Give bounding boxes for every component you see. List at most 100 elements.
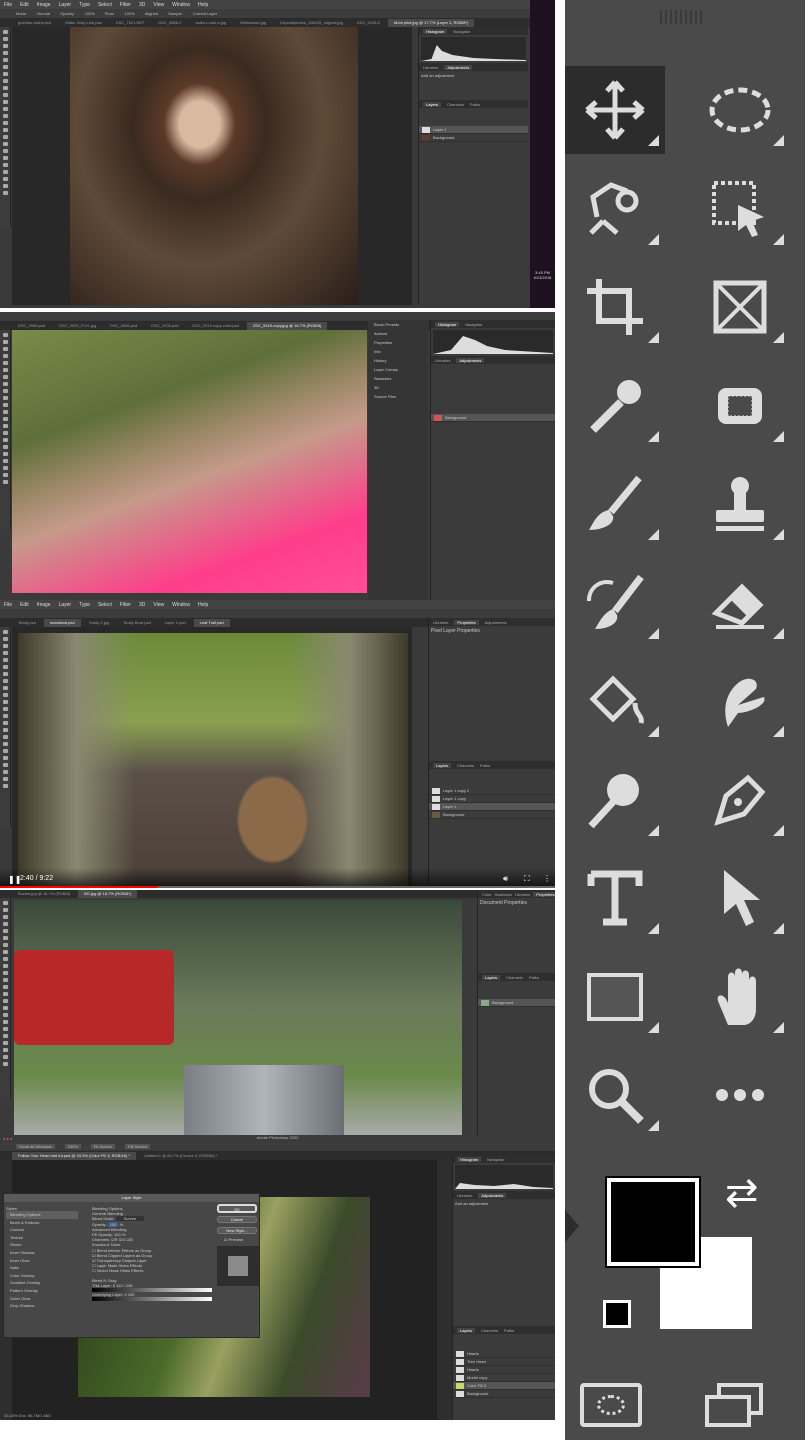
- document-tab[interactable]: DSC_0128-2: [351, 19, 386, 27]
- document-tab[interactable]: Whitewash.jpg: [234, 19, 272, 27]
- option-item[interactable]: 100%: [85, 11, 95, 16]
- option-item[interactable]: Aligned: [145, 11, 158, 16]
- style-item[interactable]: Texture: [6, 1234, 78, 1242]
- style-item[interactable]: Gradient Overlay: [6, 1279, 78, 1287]
- hand-tool[interactable]: [690, 953, 790, 1041]
- smudge-tool[interactable]: [690, 657, 790, 745]
- layer-row[interactable]: Background: [453, 1390, 555, 1398]
- document-tab[interactable]: BG.jpg @ 16.7% (RGB/8*): [78, 890, 138, 898]
- menu-item[interactable]: File: [4, 2, 12, 8]
- option-item[interactable]: Current Layer: [193, 11, 217, 16]
- menu-item[interactable]: Type: [79, 2, 90, 8]
- style-item[interactable]: Color Overlay: [6, 1272, 78, 1280]
- tab-layers[interactable]: Layers: [433, 762, 452, 768]
- canvas[interactable]: [12, 27, 412, 305]
- brush-tool[interactable]: [565, 460, 665, 548]
- crop-tool[interactable]: [565, 263, 665, 351]
- tab-channels[interactable]: Channels: [447, 102, 464, 107]
- toolbar[interactable]: [0, 627, 11, 827]
- tab-libraries[interactable]: Libraries: [423, 65, 438, 70]
- tab-histogram[interactable]: Histogram: [435, 321, 460, 327]
- panel-tab[interactable]: Color: [482, 892, 492, 897]
- style-item[interactable]: Outer Glow: [6, 1295, 78, 1303]
- document-tab[interactable]: Teddy.psd: [12, 619, 42, 627]
- layer-row[interactable]: Layer 1: [429, 803, 555, 811]
- document-tab[interactable]: Teddy Bear.psd: [117, 619, 157, 627]
- tab-adjustments[interactable]: Adjustments: [478, 1192, 507, 1198]
- frame-tool[interactable]: [690, 263, 790, 351]
- panel-tab[interactable]: Libraries: [515, 892, 530, 897]
- zoom-tool[interactable]: [565, 1051, 665, 1139]
- paint-bucket-tool[interactable]: [565, 657, 665, 745]
- tab-navigator[interactable]: Navigator: [487, 1157, 504, 1162]
- more-tools[interactable]: [690, 1051, 790, 1139]
- option-button[interactable]: Fit Screen: [90, 1144, 116, 1149]
- pen-tool[interactable]: [690, 756, 790, 844]
- menu-item[interactable]: Select: [98, 602, 112, 608]
- panel-tab[interactable]: Properties: [533, 891, 555, 897]
- tab-adjustments[interactable]: Adjustments: [456, 357, 485, 363]
- tab-libraries[interactable]: Libraries: [457, 1193, 472, 1198]
- document-tab[interactable]: Follow Your Heart mid tut.psd @ 33.3% (C…: [12, 1152, 136, 1160]
- menu-item[interactable]: Layer: [59, 2, 72, 8]
- ok-button[interactable]: OK: [217, 1204, 257, 1213]
- document-tab[interactable]: DSC_0000_FOG.jpg: [53, 322, 102, 330]
- eraser-tool[interactable]: [690, 559, 790, 647]
- side-panel-item[interactable]: Brush Presets: [368, 320, 428, 329]
- layer-row[interactable]: Tree Heart: [453, 1358, 555, 1366]
- layer-row[interactable]: Hearts: [453, 1366, 555, 1374]
- layer-row[interactable]: Background: [431, 414, 555, 422]
- tab-channels[interactable]: Channels: [506, 975, 523, 980]
- elliptical-marquee-tool[interactable]: [690, 66, 790, 154]
- menu-item[interactable]: File: [4, 602, 12, 608]
- toolbar[interactable]: [0, 898, 11, 1098]
- spot-healing-tool[interactable]: [690, 362, 790, 450]
- option-item[interactable]: Mode:: [16, 11, 27, 16]
- document-tab[interactable]: Mom pilot.jpg @ 17.7% (Layer 1, RGB/8*): [388, 19, 475, 27]
- menu-item[interactable]: 3D: [139, 2, 145, 8]
- layer-row[interactable]: Color Fill 3: [453, 1382, 555, 1390]
- side-panel-item[interactable]: Swatches: [368, 374, 428, 383]
- move-tool[interactable]: [565, 66, 665, 154]
- tab-libraries[interactable]: Libraries: [435, 358, 450, 363]
- tab-navigator[interactable]: Navigator: [465, 322, 482, 327]
- cancel-button[interactable]: Cancel: [217, 1216, 257, 1223]
- menu-item[interactable]: View: [153, 2, 164, 8]
- opacity-input[interactable]: 100: [107, 1221, 119, 1227]
- side-panel-item[interactable]: Info: [368, 347, 428, 356]
- tab-libraries[interactable]: Libraries: [433, 620, 448, 625]
- tab-histogram[interactable]: Histogram: [423, 28, 448, 34]
- document-tab[interactable]: Layer 1.psd: [159, 619, 192, 627]
- channel-g[interactable]: G: [122, 1237, 125, 1242]
- volume-icon[interactable]: 🔊︎: [503, 874, 508, 884]
- document-tab[interactable]: DSC_0006.psd: [104, 322, 143, 330]
- document-tab[interactable]: Depositphotos_106199_original.jpg: [274, 19, 349, 27]
- style-item[interactable]: Satin: [6, 1264, 78, 1272]
- foreground-color-swatch[interactable]: [605, 1176, 701, 1268]
- document-tab[interactable]: Teddy 2.jpg: [83, 619, 115, 627]
- window-controls[interactable]: ● ● ●: [3, 1136, 12, 1141]
- menu-item[interactable]: View: [153, 602, 164, 608]
- tab-adjustments[interactable]: Adjustments: [485, 620, 507, 625]
- object-selection-tool[interactable]: [690, 165, 790, 253]
- document-tab[interactable]: Water Drop Line.psd: [59, 19, 108, 27]
- tab-layers[interactable]: Layers: [423, 101, 442, 107]
- side-panel-item[interactable]: 3D: [368, 383, 428, 392]
- style-item[interactable]: Contour: [6, 1226, 78, 1234]
- history-brush-tool[interactable]: [565, 559, 665, 647]
- layer-row[interactable]: Layer 1 copy 2: [429, 787, 555, 795]
- more-options-icon[interactable]: ⋮: [543, 874, 551, 883]
- side-panel-item[interactable]: History: [368, 356, 428, 365]
- menu-item[interactable]: Select: [98, 2, 112, 8]
- menu-item[interactable]: Type: [79, 602, 90, 608]
- menu-item[interactable]: Image: [37, 602, 51, 608]
- canvas[interactable]: [12, 627, 412, 888]
- document-tab[interactable]: ZSC_9919-copy.jpg @ 16.7% (RGB/8): [246, 322, 328, 330]
- tab-paths[interactable]: Paths: [504, 1328, 514, 1333]
- layer-row[interactable]: Background: [478, 999, 555, 1007]
- option-item[interactable]: 100%: [124, 11, 134, 16]
- rectangle-tool[interactable]: [565, 953, 665, 1041]
- option-button[interactable]: 100%: [64, 1144, 81, 1149]
- style-item[interactable]: Bevel & Emboss: [6, 1219, 78, 1227]
- type-tool[interactable]: [565, 854, 665, 942]
